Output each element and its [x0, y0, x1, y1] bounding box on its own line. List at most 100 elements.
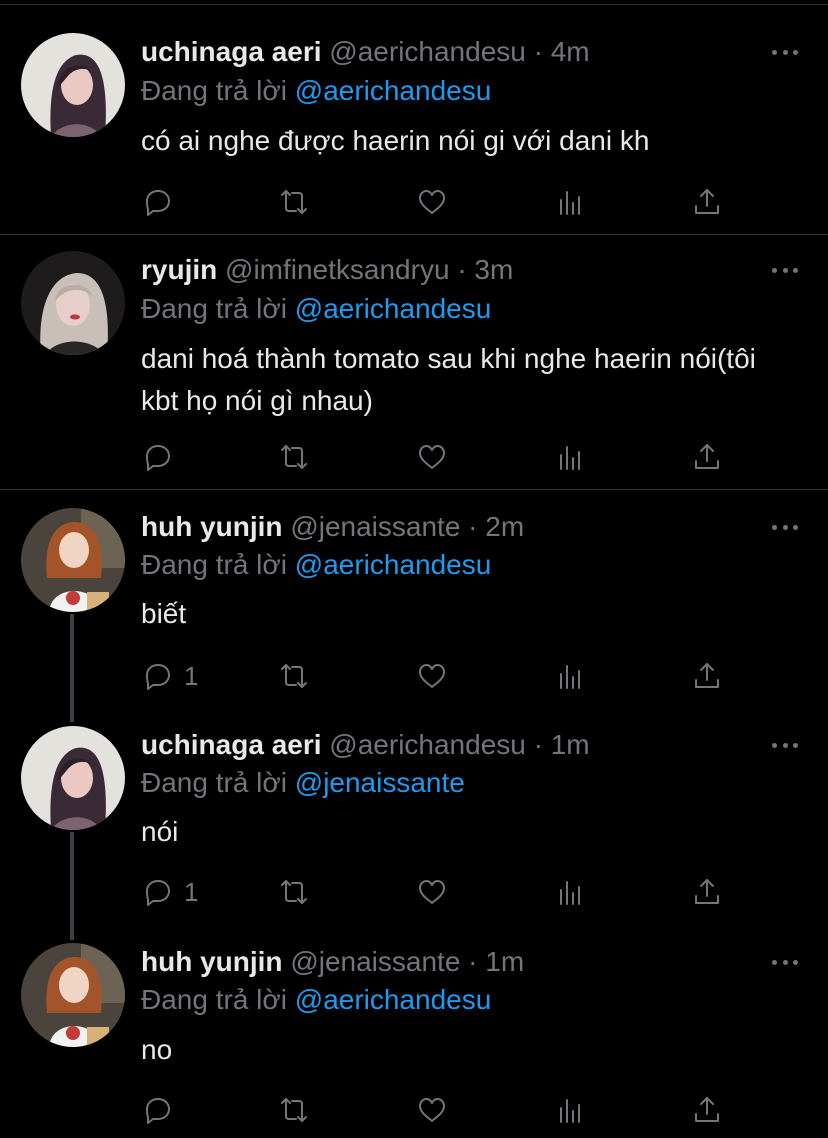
share-icon	[695, 444, 719, 469]
analytics-icon	[560, 1099, 580, 1123]
reply-button[interactable]	[142, 182, 184, 222]
retweet-button[interactable]	[278, 437, 310, 477]
more-icon[interactable]	[772, 253, 798, 287]
like-icon	[419, 1098, 445, 1122]
avatar[interactable]	[21, 943, 125, 1047]
like-button[interactable]	[416, 872, 448, 912]
author-name[interactable]: huh yunjin	[141, 511, 283, 542]
tweet-time[interactable]: 1m	[551, 729, 590, 760]
author-name[interactable]: huh yunjin	[141, 946, 283, 977]
tweet-text: no	[141, 1034, 173, 1065]
more-icon[interactable]	[772, 510, 798, 544]
like-icon	[419, 664, 445, 688]
more-icon[interactable]	[772, 945, 798, 979]
like-button[interactable]	[416, 437, 448, 477]
tweet[interactable]: uchinaga aeri @aerichandesu · 1m Đang tr…	[0, 708, 828, 926]
tweet[interactable]: uchinaga aeri @aerichandesu · 4m Đang tr…	[0, 0, 828, 234]
tweet-text: biết	[141, 598, 187, 629]
tweet-text: có ai nghe được haerin nói gi với dani k…	[141, 125, 650, 156]
tweet-header: huh yunjin @jenaissante · 1m	[141, 945, 524, 979]
tweet[interactable]: huh yunjin @jenaissante · 2m Đang trả lờ…	[0, 490, 828, 708]
reply-icon	[146, 1098, 170, 1124]
reply-count: 1	[184, 660, 199, 691]
analytics-button[interactable]	[554, 437, 586, 477]
separator-dot: ·	[468, 511, 478, 542]
separator-dot: ·	[457, 254, 467, 285]
avatar[interactable]	[21, 508, 125, 612]
author-handle[interactable]: @aerichandesu	[329, 729, 526, 760]
like-icon	[419, 445, 445, 469]
reply-button[interactable]	[142, 1090, 184, 1130]
tweet-actions: 1	[0, 656, 828, 696]
avatar[interactable]	[21, 726, 125, 830]
analytics-button[interactable]	[554, 182, 586, 222]
analytics-icon	[560, 665, 580, 689]
reply-mention[interactable]: @aerichandesu	[295, 75, 492, 106]
share-button[interactable]	[691, 1090, 723, 1130]
separator-dot: ·	[468, 946, 478, 977]
analytics-button[interactable]	[554, 1090, 586, 1130]
tweet-time[interactable]: 4m	[551, 36, 590, 67]
tweet-text: nói	[141, 816, 179, 847]
tweet-time[interactable]: 3m	[474, 254, 513, 285]
tweet-actions	[0, 182, 828, 222]
reply-icon	[146, 190, 170, 216]
reply-mention[interactable]: @aerichandesu	[295, 984, 492, 1015]
replying-to: Đang trả lời @aerichandesu	[141, 292, 491, 326]
reply-icon	[146, 880, 170, 906]
like-button[interactable]	[416, 656, 448, 696]
replying-prefix: Đang trả lời	[141, 75, 287, 106]
reply-mention[interactable]: @aerichandesu	[295, 293, 492, 324]
share-button[interactable]	[691, 872, 723, 912]
more-icon[interactable]	[772, 728, 798, 762]
tweet-header: uchinaga aeri @aerichandesu · 1m	[141, 728, 590, 762]
tweet-time[interactable]: 2m	[485, 511, 524, 542]
author-handle[interactable]: @imfinetksandryu	[225, 254, 450, 285]
replying-to: Đang trả lời @jenaissante	[141, 766, 465, 800]
tweet-header: ryujin @imfinetksandryu · 3m	[141, 253, 513, 287]
retweet-button[interactable]	[278, 1090, 310, 1130]
share-icon	[695, 1097, 719, 1122]
replying-prefix: Đang trả lời	[141, 984, 287, 1015]
like-icon	[419, 880, 445, 904]
author-handle[interactable]: @jenaissante	[290, 946, 460, 977]
reply-button[interactable]	[142, 437, 184, 477]
analytics-button[interactable]	[554, 872, 586, 912]
share-icon	[695, 879, 719, 904]
share-button[interactable]	[691, 437, 723, 477]
analytics-icon	[560, 881, 580, 905]
retweet-icon	[281, 664, 307, 688]
analytics-button[interactable]	[554, 656, 586, 696]
tweet[interactable]: ryujin @imfinetksandryu · 3m Đang trả lờ…	[0, 235, 828, 489]
author-name[interactable]: ryujin	[141, 254, 217, 285]
reply-mention[interactable]: @jenaissante	[295, 767, 465, 798]
tweet-actions	[0, 1090, 828, 1130]
retweet-icon	[281, 445, 307, 469]
share-button[interactable]	[691, 182, 723, 222]
avatar[interactable]	[21, 33, 125, 137]
author-handle[interactable]: @aerichandesu	[329, 36, 526, 67]
reply-mention[interactable]: @aerichandesu	[295, 549, 492, 580]
retweet-button[interactable]	[278, 182, 310, 222]
avatar[interactable]	[21, 251, 125, 355]
tweet-time[interactable]: 1m	[485, 946, 524, 977]
tweet-actions: 1	[0, 872, 828, 912]
retweet-icon	[281, 880, 307, 904]
share-button[interactable]	[691, 656, 723, 696]
reply-button[interactable]: 1	[142, 656, 198, 696]
author-name[interactable]: uchinaga aeri	[141, 36, 322, 67]
author-name[interactable]: uchinaga aeri	[141, 729, 322, 760]
replying-to: Đang trả lời @aerichandesu	[141, 983, 491, 1017]
more-icon[interactable]	[772, 35, 798, 69]
like-button[interactable]	[416, 1090, 448, 1130]
replying-prefix: Đang trả lời	[141, 549, 287, 580]
like-button[interactable]	[416, 182, 448, 222]
tweet-header: huh yunjin @jenaissante · 2m	[141, 510, 524, 544]
retweet-button[interactable]	[278, 656, 310, 696]
tweet[interactable]: huh yunjin @jenaissante · 1m Đang trả lờ…	[0, 926, 828, 1138]
replying-prefix: Đang trả lời	[141, 767, 287, 798]
analytics-icon	[560, 191, 580, 215]
reply-button[interactable]: 1	[142, 872, 198, 912]
author-handle[interactable]: @jenaissante	[290, 511, 460, 542]
retweet-button[interactable]	[278, 872, 310, 912]
